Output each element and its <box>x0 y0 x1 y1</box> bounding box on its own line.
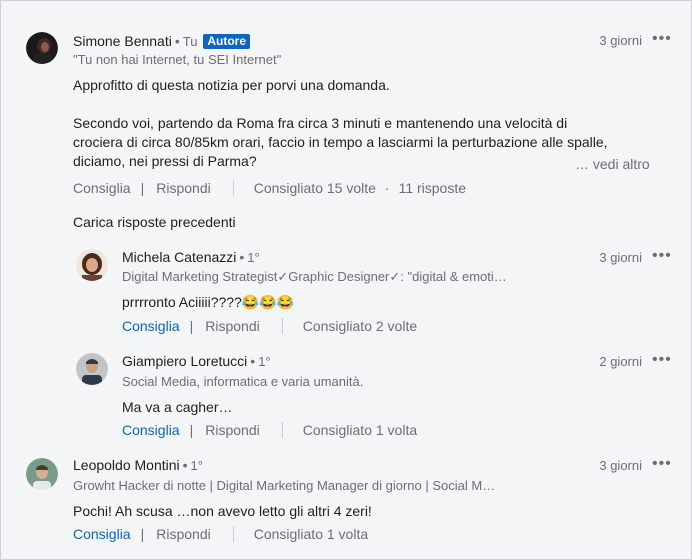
comment-line: crociera di circa 80/85km orari, faccio … <box>73 134 608 150</box>
divider: | <box>189 318 194 334</box>
divider <box>281 318 283 334</box>
more-horizontal-icon[interactable]: ••• <box>652 31 674 50</box>
separator-dot: • <box>174 33 180 49</box>
connection-degree: 1° <box>247 250 260 265</box>
separator-dot: • <box>239 249 245 265</box>
author-name[interactable]: Michela Catenazzi <box>122 249 236 265</box>
comment-body: Pochi! Ah scusa …non avevo letto gli alt… <box>73 503 372 519</box>
reply-time: 2 giorni <box>599 354 642 369</box>
comments-panel: Simone Bennati • Tu Autore "Tu non hai Int… <box>0 0 692 560</box>
author-badge: Autore <box>203 34 251 49</box>
avatar[interactable] <box>26 32 58 64</box>
comment-time: 3 giorni <box>599 33 642 48</box>
author-name[interactable]: Leopoldo Montini <box>73 457 180 473</box>
comment-line: diciamo, nei pressi di Parma? <box>73 153 257 169</box>
connection-degree: 1° <box>190 458 203 473</box>
reply-body: prrrronto Aciiiii????😂😂😂 <box>122 294 295 310</box>
likes-count[interactable]: Consigliato 2 volte <box>303 318 417 334</box>
load-previous-replies-link[interactable]: Carica risposte precedenti <box>73 214 236 230</box>
divider: | <box>189 422 194 438</box>
like-button[interactable]: Consiglia <box>73 180 131 196</box>
author-headline: "Tu non hai Internet, tu SEI Internet" <box>73 52 282 67</box>
divider <box>232 526 234 542</box>
likes-count[interactable]: Consigliato 15 volte <box>254 180 376 196</box>
like-button[interactable]: Consiglia <box>73 526 131 542</box>
comment-line <box>73 95 608 114</box>
reply-author-line: Michela Catenazzi • 1° <box>122 249 260 265</box>
reply-button[interactable]: Rispondi <box>156 180 210 196</box>
connection-degree: 1° <box>258 354 271 369</box>
author-headline: Growht Hacker di notte | Digital Marketi… <box>73 478 496 493</box>
relation-label: Tu <box>182 34 198 49</box>
divider <box>232 180 234 196</box>
reply-author-line: Giampiero Loretucci • 1° <box>122 353 271 369</box>
author-headline: Social Media, informatica e varia umanit… <box>122 374 364 389</box>
reply-actions: Consiglia | Rispondi Consigliato 2 volte <box>122 318 417 334</box>
like-button[interactable]: Consiglia <box>122 318 180 334</box>
author-name[interactable]: Giampiero Loretucci <box>122 353 247 369</box>
likes-count[interactable]: Consigliato 1 volta <box>303 422 417 438</box>
avatar[interactable] <box>76 353 108 385</box>
comment-body: Approfitto di questa notizia per porvi u… <box>73 76 608 171</box>
reply-button[interactable]: Rispondi <box>205 422 259 438</box>
author-name[interactable]: Simone Bennati <box>73 33 172 49</box>
separator-dot: • <box>250 353 256 369</box>
comment-author-line: Simone Bennati • Tu Autore <box>73 33 251 49</box>
comment-time: 3 giorni <box>599 458 642 473</box>
more-horizontal-icon[interactable]: ••• <box>652 456 674 475</box>
replies-count[interactable]: 11 risposte <box>399 180 466 196</box>
avatar[interactable] <box>26 458 58 490</box>
comment-actions: Consiglia | Rispondi Consigliato 15 volt… <box>73 180 466 196</box>
reply-button[interactable]: Rispondi <box>205 318 259 334</box>
avatar[interactable] <box>76 249 108 281</box>
reply-time: 3 giorni <box>599 250 642 265</box>
divider: | <box>140 526 145 542</box>
reply-body: Ma va a cagher… <box>122 399 233 415</box>
author-headline: Digital Marketing Strategist✓Graphic Des… <box>122 269 507 284</box>
like-button[interactable]: Consiglia <box>122 422 180 438</box>
divider <box>281 422 283 438</box>
separator-dot: · <box>384 180 390 196</box>
comment-author-line: Leopoldo Montini • 1° <box>73 457 203 473</box>
reply-button[interactable]: Rispondi <box>156 526 210 542</box>
comment-line: Approfitto di questa notizia per porvi u… <box>73 77 390 93</box>
more-horizontal-icon[interactable]: ••• <box>652 352 674 371</box>
comment-actions: Consiglia | Rispondi Consigliato 1 volta <box>73 526 368 542</box>
reply-actions: Consiglia | Rispondi Consigliato 1 volta <box>122 422 417 438</box>
comment-line: Secondo voi, partendo da Roma fra circa … <box>73 115 568 131</box>
see-more-link[interactable]: … vedi altro <box>575 156 650 172</box>
more-horizontal-icon[interactable]: ••• <box>652 248 674 267</box>
divider: | <box>140 180 145 196</box>
likes-count[interactable]: Consigliato 1 volta <box>254 526 368 542</box>
separator-dot: • <box>182 457 188 473</box>
